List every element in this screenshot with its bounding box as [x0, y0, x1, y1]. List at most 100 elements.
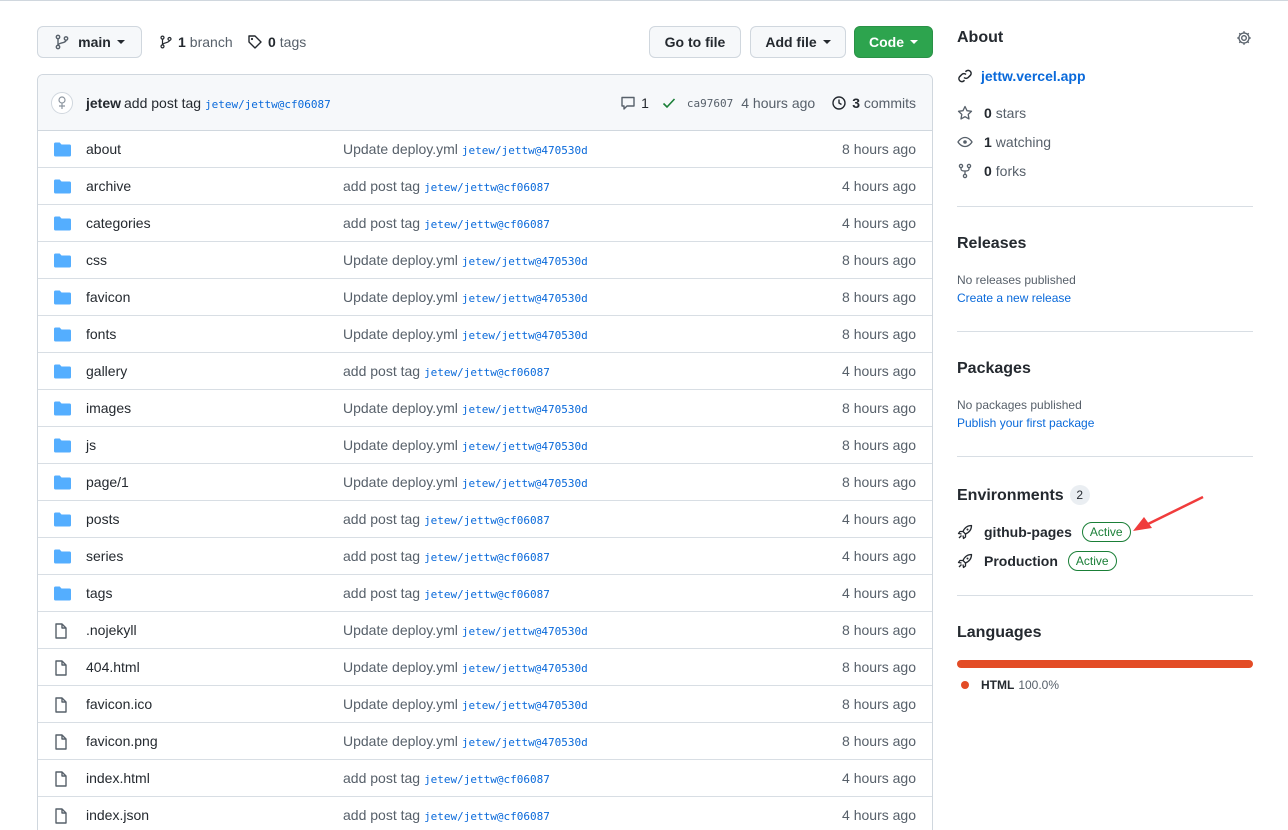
commit-ref-link[interactable]: jetew/jettw@470530d [462, 625, 588, 638]
commit-message-text[interactable]: Update deploy.yml [343, 252, 458, 268]
environment-item[interactable]: github-pages Active [957, 522, 1131, 542]
commit-ref-link[interactable]: jetew/jettw@470530d [462, 292, 588, 305]
comment-count[interactable]: 1 [641, 95, 649, 111]
commit-message-text[interactable]: Update deploy.yml [343, 696, 458, 712]
commit-ref-link[interactable]: jetew/jettw@470530d [462, 736, 588, 749]
commit-message-text[interactable]: Update deploy.yml [343, 437, 458, 453]
file-name-link[interactable]: tags [86, 585, 112, 601]
environments-heading[interactable]: Environments 2 [957, 485, 1090, 505]
commit-sha[interactable]: ca97607 [687, 97, 733, 110]
commit-message-text[interactable]: add post tag [343, 807, 420, 823]
commit-message-text[interactable]: Update deploy.yml [343, 141, 458, 157]
branch-select-button[interactable]: main [37, 26, 142, 58]
table-row[interactable]: archive add post tag jetew/jettw@cf06087 4 … [38, 168, 932, 205]
commit-message-text[interactable]: Update deploy.yml [343, 326, 458, 342]
table-row[interactable]: tags add post tag jetew/jettw@cf06087 4 hou… [38, 575, 932, 612]
commit-message-text[interactable]: add post tag [343, 770, 420, 786]
commit-message-text[interactable]: add post tag [343, 215, 420, 231]
commit-ref-link[interactable]: jetew/jettw@cf06087 [424, 551, 550, 564]
commit-message-text[interactable]: add post tag [343, 511, 420, 527]
commit-message-text[interactable]: Update deploy.yml [343, 733, 458, 749]
watchers-link[interactable]: 1 watching [957, 134, 1051, 150]
language-item[interactable]: HTML 100.0% [957, 678, 1059, 692]
go-to-file-button[interactable]: Go to file [649, 26, 741, 58]
publish-package-link[interactable]: Publish your first package [957, 416, 1094, 430]
file-name-link[interactable]: index.json [86, 807, 149, 823]
table-row[interactable]: fonts Update deploy.yml jetew/jettw@470530… [38, 316, 932, 353]
commit-message-text[interactable]: add post tag [343, 548, 420, 564]
file-name-link[interactable]: css [86, 252, 107, 268]
commit-message-text[interactable]: add post tag [343, 178, 420, 194]
commit-ref-link[interactable]: jetew/jettw@470530d [462, 403, 588, 416]
table-row[interactable]: 404.html Update deploy.yml jetew/jettw@470… [38, 649, 932, 686]
commit-ref-link[interactable]: jetew/jettw@cf06087 [424, 218, 550, 231]
tags-link[interactable]: 0 tags [247, 26, 306, 58]
table-row[interactable]: index.html add post tag jetew/jettw@cf0608… [38, 760, 932, 797]
commit-ref-link[interactable]: jetew/jettw@470530d [462, 477, 588, 490]
code-button[interactable]: Code [854, 26, 933, 58]
commit-ref-link[interactable]: jetew/jettw@470530d [462, 255, 588, 268]
table-row[interactable]: favicon Update deploy.yml jetew/jettw@4705… [38, 279, 932, 316]
table-row[interactable]: favicon.png Update deploy.yml jetew/jettw@… [38, 723, 932, 760]
commit-ref-link[interactable]: jetew/jettw@cf06087 [424, 588, 550, 601]
commit-ref-link[interactable]: jetew/jettw@470530d [462, 329, 588, 342]
table-row[interactable]: series add post tag jetew/jettw@cf06087 4 h… [38, 538, 932, 575]
commit-message-text[interactable]: Update deploy.yml [343, 474, 458, 490]
file-name-link[interactable]: gallery [86, 363, 127, 379]
stars-link[interactable]: 0 stars [957, 105, 1026, 121]
commit-ref-link[interactable]: jetew/jettw@cf06087 [424, 810, 550, 823]
file-name-link[interactable]: series [86, 548, 123, 564]
commit-message-text[interactable]: Update deploy.yml [343, 289, 458, 305]
commit-ref-link[interactable]: jetew/jettw@470530d [462, 440, 588, 453]
forks-link[interactable]: 0 forks [957, 163, 1026, 179]
commit-message-text[interactable]: add post tag [124, 95, 201, 111]
gear-icon[interactable] [1236, 30, 1252, 46]
file-name-link[interactable]: favicon.png [86, 733, 158, 749]
commit-ref-link[interactable]: jetew/jettw@cf06087 [205, 98, 331, 111]
add-file-button[interactable]: Add file [750, 26, 846, 58]
table-row[interactable]: index.json add post tag jetew/jettw@cf0608… [38, 797, 932, 830]
table-row[interactable]: categories add post tag jetew/jettw@cf0608… [38, 205, 932, 242]
commit-message-text[interactable]: add post tag [343, 585, 420, 601]
file-name-link[interactable]: 404.html [86, 659, 140, 675]
packages-heading[interactable]: Packages [957, 360, 1031, 378]
table-row[interactable]: js Update deploy.yml jetew/jettw@470530d 8 … [38, 427, 932, 464]
commit-ref-link[interactable]: jetew/jettw@470530d [462, 662, 588, 675]
table-row[interactable]: .nojekyll Update deploy.yml jetew/jettw@47… [38, 612, 932, 649]
file-name-link[interactable]: images [86, 400, 131, 416]
releases-heading[interactable]: Releases [957, 235, 1026, 253]
commit-ref-link[interactable]: jetew/jettw@cf06087 [424, 181, 550, 194]
file-name-link[interactable]: favicon.ico [86, 696, 152, 712]
commit-message-text[interactable]: Update deploy.yml [343, 659, 458, 675]
file-name-link[interactable]: js [86, 437, 96, 453]
file-name-link[interactable]: posts [86, 511, 119, 527]
file-name-link[interactable]: archive [86, 178, 131, 194]
table-row[interactable]: posts add post tag jetew/jettw@cf06087 4 ho… [38, 501, 932, 538]
table-row[interactable]: about Update deploy.yml jetew/jettw@470530… [38, 131, 932, 168]
commit-message-text[interactable]: add post tag [343, 363, 420, 379]
commit-ref-link[interactable]: jetew/jettw@cf06087 [424, 366, 550, 379]
table-row[interactable]: page/1 Update deploy.yml jetew/jettw@47053… [38, 464, 932, 501]
table-row[interactable]: favicon.ico Update deploy.yml jetew/jettw@… [38, 686, 932, 723]
commit-ref-link[interactable]: jetew/jettw@cf06087 [424, 773, 550, 786]
file-name-link[interactable]: fonts [86, 326, 116, 342]
branches-link[interactable]: 1 branch [159, 26, 233, 58]
table-row[interactable]: css Update deploy.yml jetew/jettw@470530d 8… [38, 242, 932, 279]
commit-ref-link[interactable]: jetew/jettw@470530d [462, 699, 588, 712]
table-row[interactable]: images Update deploy.yml jetew/jettw@47053… [38, 390, 932, 427]
file-name-link[interactable]: categories [86, 215, 151, 231]
file-name-link[interactable]: index.html [86, 770, 150, 786]
avatar[interactable] [51, 92, 73, 114]
environment-item[interactable]: Production Active [957, 551, 1117, 571]
commit-message-text[interactable]: Update deploy.yml [343, 622, 458, 638]
file-name-link[interactable]: page/1 [86, 474, 129, 490]
commit-author[interactable]: jetew [86, 95, 121, 111]
comment-icon[interactable] [620, 95, 636, 111]
commits-link[interactable]: 3 commits [852, 95, 916, 111]
table-row[interactable]: gallery add post tag jetew/jettw@cf06087 4 … [38, 353, 932, 390]
website-link[interactable]: jettw.vercel.app [957, 68, 1086, 84]
file-name-link[interactable]: .nojekyll [86, 622, 137, 638]
file-name-link[interactable]: about [86, 141, 121, 157]
file-name-link[interactable]: favicon [86, 289, 130, 305]
create-release-link[interactable]: Create a new release [957, 291, 1071, 305]
